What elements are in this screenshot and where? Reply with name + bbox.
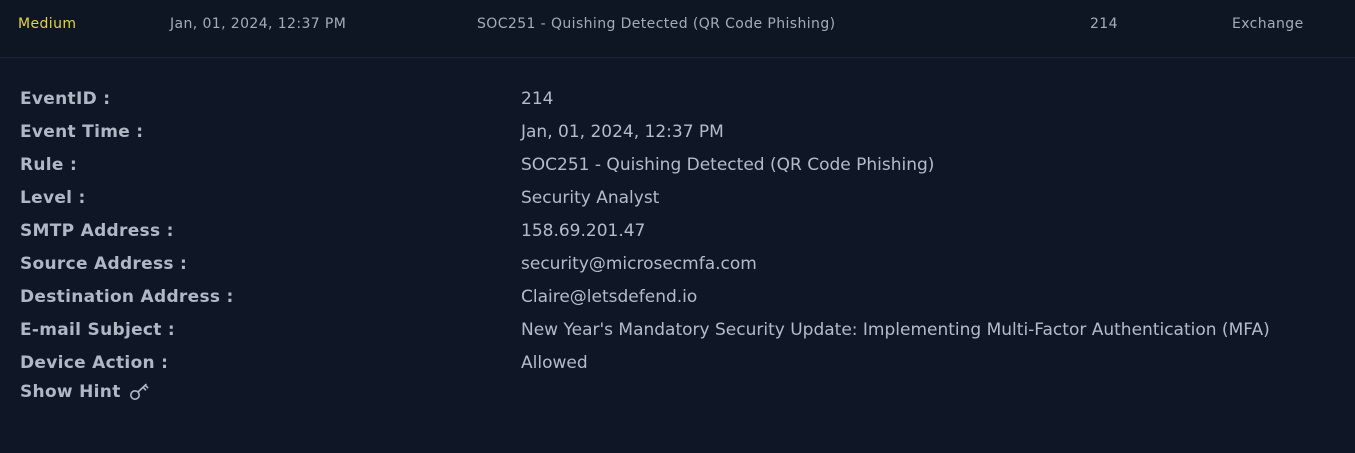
detail-email-subject: E-mail Subject : New Year's Mandatory Se… (0, 318, 1355, 351)
detail-event-time: Event Time : Jan, 01, 2024, 12:37 PM (0, 120, 1355, 153)
alert-row[interactable]: Medium Jan, 01, 2024, 12:37 PM SOC251 - … (0, 0, 1355, 58)
alert-event-id: 214 (1090, 16, 1118, 32)
detail-label: EventID : (20, 89, 111, 109)
detail-device-action: Device Action : Allowed (0, 351, 1355, 384)
detail-value: Allowed (521, 353, 588, 373)
show-hint-label: Show Hint (20, 382, 121, 402)
detail-label: Destination Address : (20, 287, 234, 307)
detail-label: SMTP Address : (20, 221, 174, 241)
detail-source-address: Source Address : security@microsecmfa.co… (0, 252, 1355, 285)
show-hint-button[interactable]: Show Hint (20, 382, 151, 402)
alert-time: Jan, 01, 2024, 12:37 PM (170, 16, 347, 32)
detail-event-id: EventID : 214 (0, 87, 1355, 120)
detail-value: SOC251 - Quishing Detected (QR Code Phis… (521, 155, 935, 175)
detail-label: Source Address : (20, 254, 188, 274)
detail-destination-address: Destination Address : Claire@letsdefend.… (0, 285, 1355, 318)
detail-label: Event Time : (20, 122, 144, 142)
detail-value: 158.69.201.47 (521, 221, 646, 241)
detail-value: New Year's Mandatory Security Update: Im… (521, 320, 1270, 340)
detail-label: E-mail Subject : (20, 320, 176, 340)
key-icon (129, 382, 151, 402)
alert-details: EventID : 214 Event Time : Jan, 01, 2024… (0, 87, 1355, 384)
detail-value: Security Analyst (521, 188, 660, 208)
detail-label: Rule : (20, 155, 78, 175)
alert-level: Medium (18, 16, 77, 32)
detail-value: 214 (521, 89, 554, 109)
detail-label: Device Action : (20, 353, 169, 373)
detail-rule: Rule : SOC251 - Quishing Detected (QR Co… (0, 153, 1355, 186)
alert-type: Exchange (1232, 16, 1304, 32)
detail-label: Level : (20, 188, 86, 208)
detail-smtp-address: SMTP Address : 158.69.201.47 (0, 219, 1355, 252)
detail-value: security@microsecmfa.com (521, 254, 757, 274)
alert-rule: SOC251 - Quishing Detected (QR Code Phis… (477, 16, 836, 32)
detail-level: Level : Security Analyst (0, 186, 1355, 219)
detail-value: Jan, 01, 2024, 12:37 PM (521, 122, 724, 142)
detail-value: Claire@letsdefend.io (521, 287, 698, 307)
